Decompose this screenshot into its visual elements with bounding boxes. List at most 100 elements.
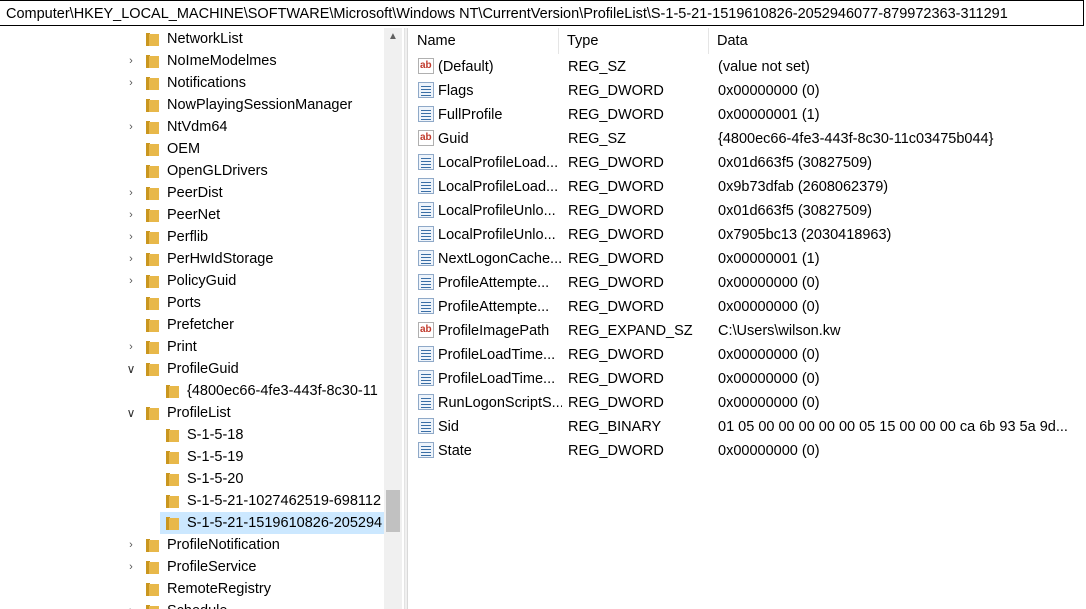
tree-item[interactable]: › PerHwIdStorage [0, 248, 385, 270]
tree-item-label: NtVdm64 [167, 119, 228, 135]
value-type: REG_SZ [568, 59, 627, 75]
tree-item[interactable]: {4800ec66-4fe3-443f-8c30-11 [0, 380, 385, 402]
folder-icon [146, 297, 159, 310]
tree-item[interactable]: › Print [0, 336, 385, 358]
tree-item[interactable]: › ProfileNotification [0, 534, 385, 556]
binary-value-icon [418, 202, 434, 218]
tree-item[interactable]: S-1-5-21-1027462519-698112 [0, 490, 385, 512]
value-row[interactable]: FullProfile REG_DWORD 0x00000001 (1) [409, 103, 1086, 127]
chevron-right-icon[interactable]: › [124, 182, 138, 204]
value-data: 0x00000000 (0) [718, 83, 820, 99]
value-name: ProfileAttempte... [438, 299, 550, 315]
tree-item[interactable]: ∨ ProfileList [0, 402, 385, 424]
value-row[interactable]: ProfileAttempte... REG_DWORD 0x00000000 (0… [409, 271, 1086, 295]
registry-key-tree[interactable]: NetworkList › NoImeModelmes › Notifications N… [0, 28, 404, 609]
value-row[interactable]: LocalProfileLoad... REG_DWORD 0x9b73dfab (… [409, 175, 1086, 199]
tree-item[interactable]: › Notifications [0, 72, 385, 94]
chevron-right-icon[interactable]: › [124, 204, 138, 226]
value-row[interactable]: ab Guid REG_SZ {4800ec66-4fe3-443f-8c30-11c… [409, 127, 1086, 151]
value-type: REG_BINARY [568, 419, 662, 435]
tree-item[interactable]: S-1-5-20 [0, 468, 385, 490]
tree-item-label: ProfileGuid [167, 361, 239, 377]
column-header-name[interactable]: Name [409, 28, 559, 54]
tree-item-label: S-1-5-21-1027462519-698112 [187, 493, 382, 509]
tree-item[interactable]: S-1-5-21-1519610826-205294 [0, 512, 385, 534]
binary-value-icon [418, 154, 434, 170]
chevron-right-icon[interactable]: › [124, 72, 138, 94]
value-row[interactable]: State REG_DWORD 0x00000000 (0) [409, 439, 1086, 463]
value-type: REG_DWORD [568, 275, 664, 291]
string-value-icon: ab [418, 322, 434, 338]
scroll-up-arrow-icon[interactable]: ▲ [384, 28, 402, 46]
value-name: Sid [438, 419, 459, 435]
chevron-right-icon[interactable]: › [124, 226, 138, 248]
chevron-right-icon[interactable]: › [124, 116, 138, 138]
pane-splitter[interactable] [404, 28, 408, 609]
tree-item[interactable]: RemoteRegistry [0, 578, 385, 600]
tree-item[interactable]: › NtVdm64 [0, 116, 385, 138]
tree-item[interactable]: ∨ ProfileGuid [0, 358, 385, 380]
value-row[interactable]: ProfileLoadTime... REG_DWORD 0x00000000 (0… [409, 343, 1086, 367]
tree-scrollbar[interactable]: ▲ [384, 28, 402, 609]
tree-item[interactable]: › Schedule [0, 600, 385, 609]
value-data: 0x00000000 (0) [718, 299, 820, 315]
tree-item[interactable]: › PeerDist [0, 182, 385, 204]
tree-item[interactable]: Prefetcher [0, 314, 385, 336]
value-row[interactable]: LocalProfileUnlo... REG_DWORD 0x01d663f5 (… [409, 199, 1086, 223]
tree-item[interactable]: S-1-5-19 [0, 446, 385, 468]
folder-icon [146, 319, 159, 332]
value-data: 0x9b73dfab (2608062379) [718, 179, 889, 195]
chevron-right-icon[interactable]: › [124, 270, 138, 292]
folder-icon [146, 341, 159, 354]
tree-item[interactable]: › Perflib [0, 226, 385, 248]
column-header-type[interactable]: Type [559, 28, 709, 54]
value-row[interactable]: LocalProfileLoad... REG_DWORD 0x01d663f5 (… [409, 151, 1086, 175]
folder-icon [166, 473, 179, 486]
chevron-right-icon[interactable]: › [124, 50, 138, 72]
value-row[interactable]: ProfileAttempte... REG_DWORD 0x00000000 (0… [409, 295, 1086, 319]
tree-item-label: PeerNet [167, 207, 221, 223]
value-row[interactable]: NextLogonCache... REG_DWORD 0x00000001 (1) [409, 247, 1086, 271]
tree-item-label: Print [167, 339, 197, 355]
folder-icon [146, 605, 159, 609]
tree-item[interactable]: OpenGLDrivers [0, 160, 385, 182]
value-row[interactable]: ab ProfileImagePath REG_EXPAND_SZ C:\Users\… [409, 319, 1086, 343]
tree-item[interactable]: › NoImeModelmes [0, 50, 385, 72]
folder-icon [146, 143, 159, 156]
tree-item[interactable]: OEM [0, 138, 385, 160]
value-data: 0x00000001 (1) [718, 251, 820, 267]
tree-item[interactable]: NetworkList [0, 28, 385, 50]
binary-value-icon [418, 250, 434, 266]
tree-item-label: OEM [167, 141, 201, 157]
value-type: REG_DWORD [568, 251, 664, 267]
column-header-data[interactable]: Data [709, 28, 1086, 54]
chevron-right-icon[interactable]: › [124, 248, 138, 270]
folder-icon [146, 55, 159, 68]
binary-value-icon [418, 178, 434, 194]
chevron-right-icon[interactable]: › [124, 534, 138, 556]
folder-icon [166, 517, 179, 530]
tree-item-label: NoImeModelmes [167, 53, 277, 69]
tree-item[interactable]: › ProfileService [0, 556, 385, 578]
value-type: REG_DWORD [568, 299, 664, 315]
value-row[interactable]: RunLogonScriptS... REG_DWORD 0x00000000 (0… [409, 391, 1086, 415]
value-row[interactable]: LocalProfileUnlo... REG_DWORD 0x7905bc13 (… [409, 223, 1086, 247]
value-row[interactable]: ab (Default) REG_SZ (value not set) [409, 55, 1086, 79]
folder-icon [166, 451, 179, 464]
scrollbar-thumb[interactable] [386, 490, 400, 532]
value-row[interactable]: ProfileLoadTime... REG_DWORD 0x00000000 (0… [409, 367, 1086, 391]
tree-item[interactable]: Ports [0, 292, 385, 314]
chevron-right-icon[interactable]: › [124, 556, 138, 578]
address-bar[interactable]: Computer\HKEY_LOCAL_MACHINE\SOFTWARE\Mic… [0, 0, 1084, 26]
folder-icon [146, 231, 159, 244]
chevron-down-icon[interactable]: ∨ [124, 358, 138, 380]
tree-item[interactable]: › PeerNet [0, 204, 385, 226]
chevron-right-icon[interactable]: › [124, 600, 138, 609]
chevron-down-icon[interactable]: ∨ [124, 402, 138, 424]
tree-item[interactable]: › PolicyGuid [0, 270, 385, 292]
value-row[interactable]: Flags REG_DWORD 0x00000000 (0) [409, 79, 1086, 103]
value-row[interactable]: Sid REG_BINARY 01 05 00 00 00 00 00 05 15 … [409, 415, 1086, 439]
tree-item[interactable]: S-1-5-18 [0, 424, 385, 446]
tree-item[interactable]: NowPlayingSessionManager [0, 94, 385, 116]
chevron-right-icon[interactable]: › [124, 336, 138, 358]
